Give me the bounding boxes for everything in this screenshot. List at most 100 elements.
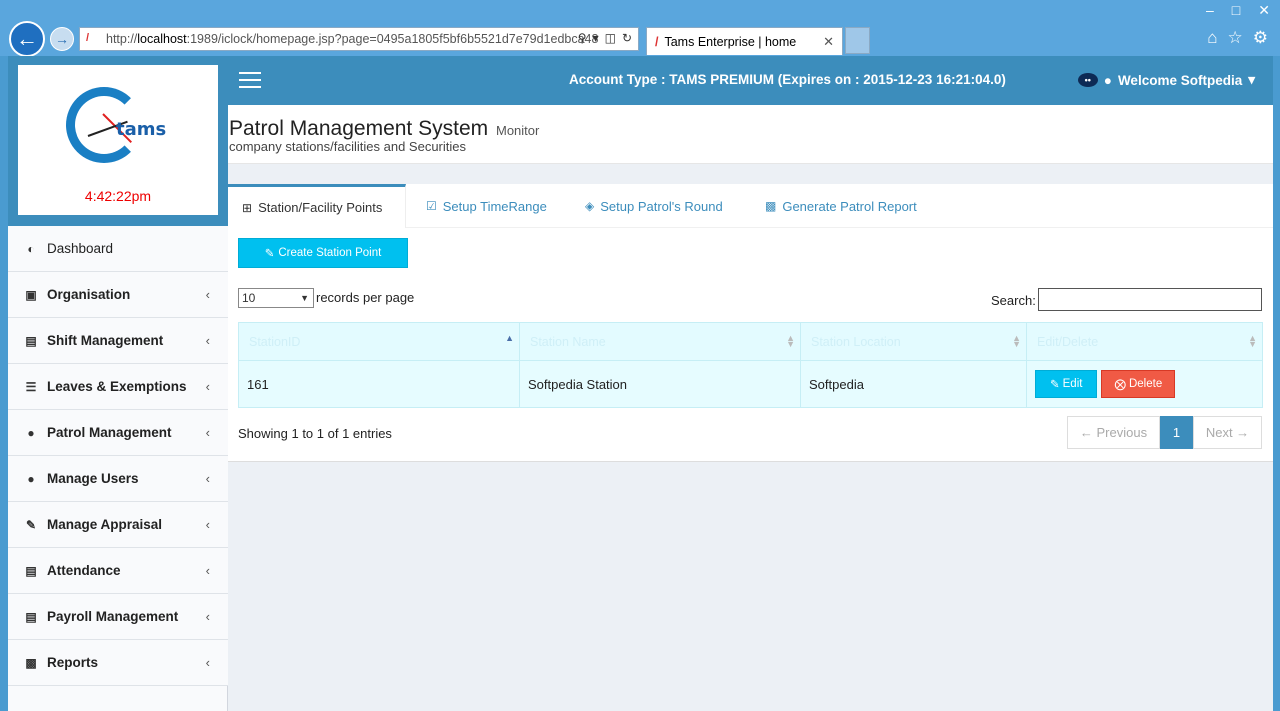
check-square-icon: ☑ [426,199,437,213]
search-label: Search: [991,293,1036,308]
create-station-point-button[interactable]: ✎ Create Station Point [238,238,408,268]
sort-icon: ▲ ▼ [786,333,795,349]
column-header-edit-delete[interactable]: Edit/Delete ▲ ▼ [1026,322,1263,361]
back-button[interactable]: ← [9,21,45,57]
user-menu[interactable]: •• ● Welcome Softpedia ▾ [1077,72,1255,88]
column-header-label: Station Location [811,334,901,349]
tab-label: Setup Patrol's Round [600,198,723,214]
tab-generate-patrol-report[interactable]: ▩ Generate Patrol Report [765,184,917,228]
sidebar-item-payroll-management[interactable]: ▤ Payroll Management ‹ [8,594,228,640]
sidebar-item-reports[interactable]: ▩ Reports ‹ [8,640,228,686]
page: tams 4:42:22pm ◐ Dashboard ▣ Organisatio… [8,56,1273,711]
sidebar-item-manage-users[interactable]: ● Manage Users ‹ [8,456,228,502]
content-header: Patrol Management System Monitor company… [228,105,1273,164]
sidebar-item-dashboard[interactable]: ◐ Dashboard [8,226,228,272]
avatar: •• [1077,73,1098,87]
sidebar-item-label: Patrol Management [47,425,172,440]
forward-button[interactable]: → [50,27,74,51]
close-window-icon[interactable]: ✕ [1258,2,1270,19]
browser-window: – □ ✕ ← → / http://localhost:1989/iclock… [0,0,1280,711]
sort-icon: ▲ ▼ [1248,333,1257,349]
chevron-left-icon: ‹ [205,287,210,302]
caret-down-icon: ▾ [1248,72,1255,87]
column-header-label: Station Name [530,334,606,349]
top-navbar: Account Type : TAMS PREMIUM (Expires on … [228,56,1273,105]
cell-station-name: Softpedia Station [519,360,801,408]
main-panel: ⊞ Station/Facility Points ☑ Setup TimeRa… [228,184,1273,462]
sidebar-item-organisation[interactable]: ▣ Organisation ‹ [8,272,228,318]
sort-icon: ▲ ▼ [1012,333,1021,349]
browser-tab[interactable]: / Tams Enterprise | home ✕ [646,27,843,55]
account-type: Account Type : TAMS PREMIUM (Expires on … [569,72,1006,87]
sidebar-menu: ◐ Dashboard ▣ Organisation ‹ ▤ Shift Man… [8,226,228,686]
sidebar-item-label: Organisation [47,287,131,302]
user-icon: ● [1103,72,1112,88]
sidebar-item-patrol-management[interactable]: ● Patrol Management ‹ [8,410,228,456]
sidebar-item-leaves[interactable]: ☰ Leaves & Exemptions ‹ [8,364,228,410]
tab-label: Generate Patrol Report [782,198,917,214]
list-icon: ▤ [25,609,37,624]
next-page-button[interactable]: Next → [1193,416,1262,449]
logo: tams 4:42:22pm [18,65,218,215]
brand-name: tams [116,119,167,140]
cell-station-id: 161 [238,360,520,408]
tab-setup-patrol-round[interactable]: ◈ Setup Patrol's Round [585,184,723,228]
table-row: 161 Softpedia Station Softpedia ✎ Edit ⨂ De… [238,360,1263,408]
tab-station-facility-points[interactable]: ⊞ Station/Facility Points [228,184,406,228]
close-tab-icon[interactable]: ✕ [823,34,834,50]
bars-icon: ☰ [25,379,37,394]
records-per-page-label: records per page [316,290,415,305]
welcome-label: Welcome Softpedia [1117,72,1243,88]
page-title-small: Monitor [496,123,540,138]
sidebar-item-label: Shift Management [47,333,164,348]
chevron-left-icon: ‹ [205,563,210,578]
create-button-label: Create Station Point [278,247,382,259]
sitemap-icon: ▣ [25,287,37,302]
hamburger-menu-icon[interactable] [239,72,261,93]
delete-button[interactable]: ⨂ Delete [1101,370,1176,398]
tab-setup-timerange[interactable]: ☑ Setup TimeRange [426,184,547,228]
chevron-left-icon: ‹ [205,333,210,348]
sidebar-item-shift-management[interactable]: ▤ Shift Management ‹ [8,318,228,364]
maximize-icon[interactable]: □ [1232,2,1240,19]
dropdown-icon[interactable]: ▾ [593,31,599,45]
cell-station-location: Softpedia [800,360,1027,408]
sidebar-item-label: Reports [47,655,99,670]
sidebar-item-manage-appraisal[interactable]: ✎ Manage Appraisal ‹ [8,502,228,548]
records-per-page-select[interactable]: 10 ▼ [238,288,314,308]
sidebar-item-attendance[interactable]: ▤ Attendance ‹ [8,548,228,594]
sidebar-item-label: Payroll Management [47,609,179,624]
favorites-star-icon[interactable]: ☆ [1228,28,1243,48]
page-subtitle: company stations/facilities and Securiti… [229,139,467,154]
settings-gear-icon[interactable]: ⚙ [1253,28,1268,48]
current-page-button[interactable]: 1 [1160,416,1193,449]
previous-page-button[interactable]: ← Previous [1067,416,1160,449]
user-icon: ● [27,471,35,486]
new-tab-button[interactable] [845,27,870,54]
arrow-right-icon: → [55,31,69,47]
tab-label: Setup TimeRange [442,198,547,214]
column-header-station-location[interactable]: Station Location ▲ ▼ [800,322,1027,361]
refresh-icon[interactable]: ↻ [622,31,632,45]
sidebar-item-label: Attendance [47,563,121,578]
home-icon[interactable]: ⌂ [1207,28,1217,48]
search-icon[interactable]: ⚲ [578,31,587,45]
window-controls: – □ ✕ [1206,2,1270,19]
browser-toolbar-icons: ⌂ ☆ ⚙ [1207,28,1268,48]
arrow-left-icon: ← [16,26,38,51]
compat-icon[interactable]: ◫ [605,31,616,45]
stations-table: StationID ▲ Station Name ▲ ▼ Station Locati… [238,322,1263,408]
edit-icon: ✎ [25,517,37,532]
address-bar[interactable]: / http://localhost:1989/iclock/homepage.… [79,27,639,51]
logo-area: tams 4:42:22pm [8,56,228,226]
edit-button[interactable]: ✎ Edit [1035,370,1098,398]
sidebar-item-label: Manage Appraisal [47,517,163,532]
clock-time: 4:42:22pm [84,188,152,204]
pencil-icon: ✎ [264,248,275,260]
column-header-station-id[interactable]: StationID ▲ [238,322,520,361]
pagination: ← Previous 1 Next → [1067,416,1262,449]
column-header-station-name[interactable]: Station Name ▲ ▼ [519,322,801,361]
search-input[interactable] [1038,288,1262,311]
minimize-icon[interactable]: – [1206,2,1214,19]
chevron-left-icon: ‹ [205,517,210,532]
